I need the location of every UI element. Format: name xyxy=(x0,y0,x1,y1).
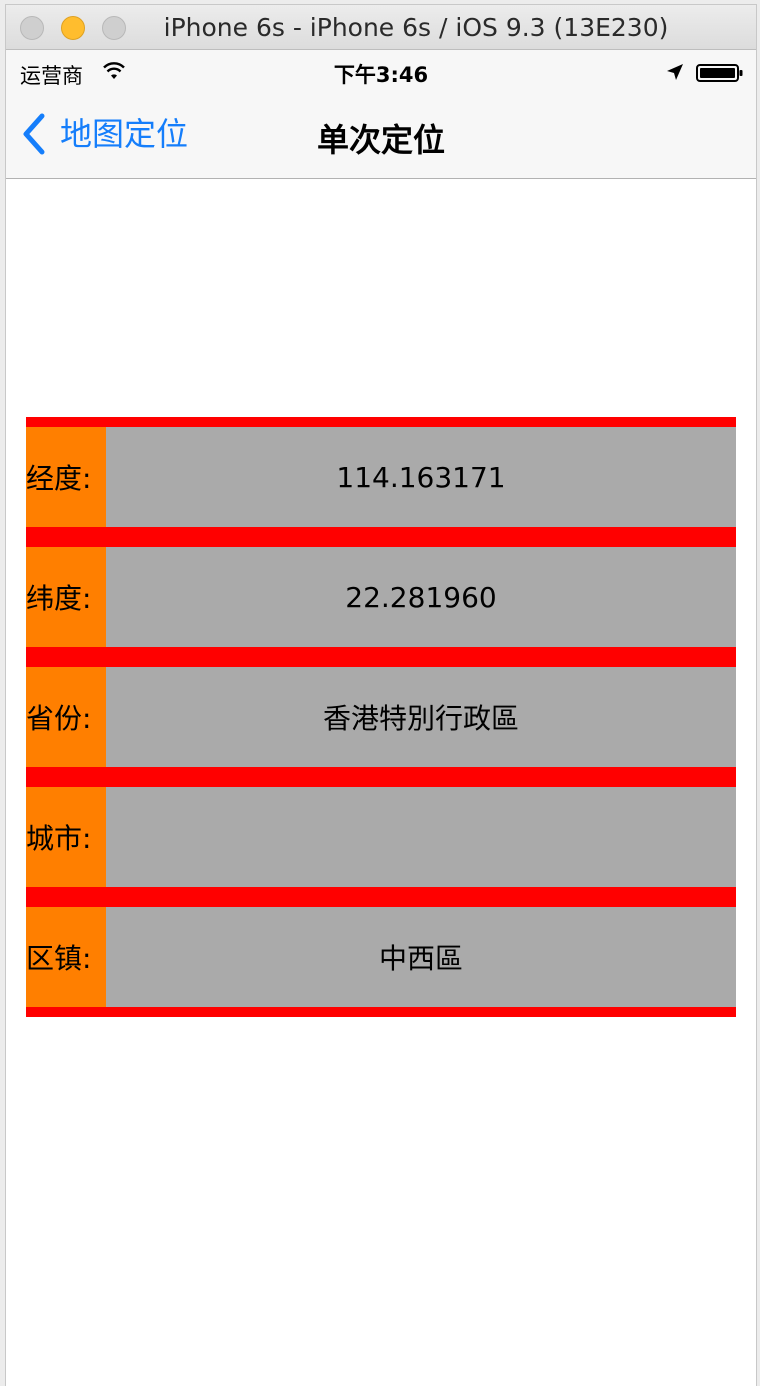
info-row-longitude: 经度: 114.163171 xyxy=(26,427,736,527)
zoom-window-button[interactable] xyxy=(102,16,126,40)
battery-icon xyxy=(696,64,743,82)
simulator-window: iPhone 6s - iPhone 6s / iOS 9.3 (13E230)… xyxy=(6,5,756,1386)
back-button-label: 地图定位 xyxy=(60,115,189,153)
wifi-icon xyxy=(103,62,125,79)
city-label: 城市: xyxy=(26,787,106,887)
navigation-bar: 地图定位 单次定位 xyxy=(6,90,756,179)
province-value: 香港特別行政區 xyxy=(106,667,736,767)
province-label: 省份: xyxy=(26,667,106,767)
district-label: 区镇: xyxy=(26,907,106,1007)
longitude-value: 114.163171 xyxy=(106,427,736,527)
back-button[interactable]: 地图定位 xyxy=(20,112,188,156)
info-row-district: 区镇: 中西區 xyxy=(26,907,736,1007)
window-titlebar: iPhone 6s - iPhone 6s / iOS 9.3 (13E230) xyxy=(6,5,756,50)
district-value: 中西區 xyxy=(106,907,736,1007)
page-title: 单次定位 xyxy=(316,121,445,159)
info-row-latitude: 纬度: 22.281960 xyxy=(26,547,736,647)
info-row-city: 城市: xyxy=(26,787,736,887)
ios-status-bar: 运营商 下午3:46 xyxy=(6,50,756,90)
minimize-window-button[interactable] xyxy=(61,16,85,40)
location-arrow-icon xyxy=(667,64,683,80)
info-row-province: 省份: 香港特別行政區 xyxy=(26,667,736,767)
carrier-label: 运营商 xyxy=(20,64,83,88)
status-time: 下午3:46 xyxy=(333,63,429,87)
latitude-value: 22.281960 xyxy=(106,547,736,647)
window-title: iPhone 6s - iPhone 6s / iOS 9.3 (13E230) xyxy=(163,13,669,42)
longitude-label: 经度: xyxy=(26,427,106,527)
close-window-button[interactable] xyxy=(20,16,44,40)
chevron-left-icon xyxy=(23,113,45,155)
location-info-table: 经度: 114.163171 纬度: 22.281960 省份: 香港特別行政區… xyxy=(26,417,736,1017)
latitude-label: 纬度: xyxy=(26,547,106,647)
city-value xyxy=(106,787,736,887)
content-area: 经度: 114.163171 纬度: 22.281960 省份: 香港特別行政區… xyxy=(6,179,756,1386)
